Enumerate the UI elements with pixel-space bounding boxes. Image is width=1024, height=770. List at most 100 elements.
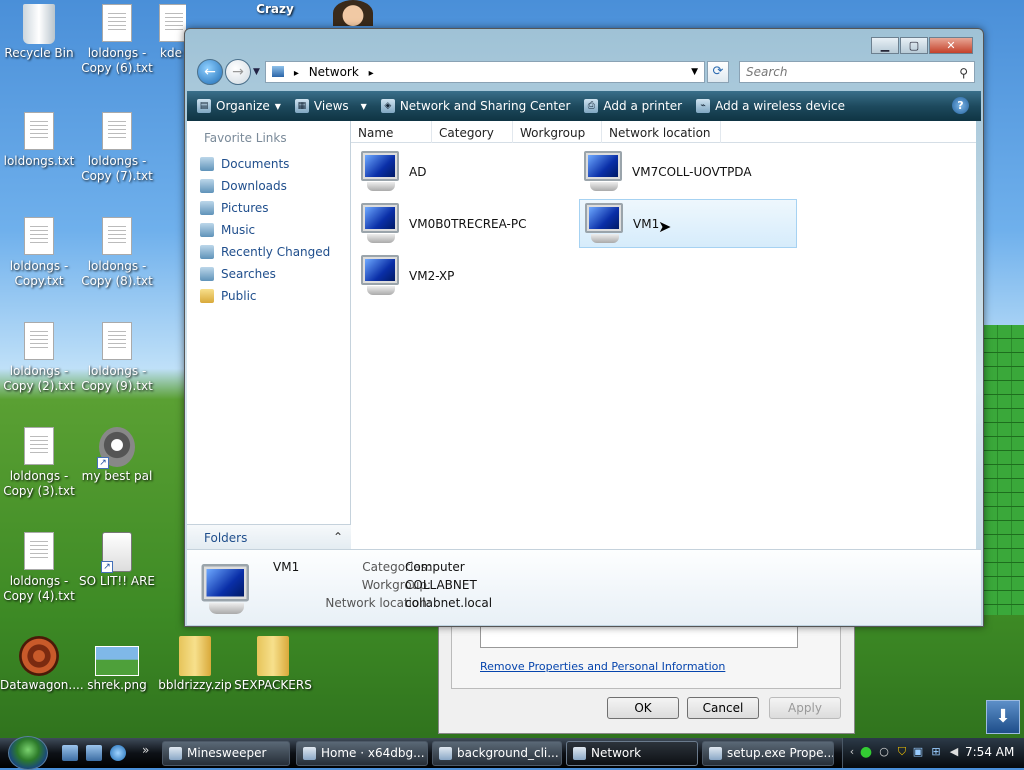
desktop-icon-file[interactable]: loldongs - Copy (2).txt — [0, 322, 78, 394]
add-wireless-device-button[interactable]: ⌁ Add a wireless device — [696, 99, 845, 113]
quick-launch-more-icon[interactable]: » — [142, 743, 149, 757]
column-header-workgroup[interactable]: Workgroup — [513, 121, 602, 143]
column-header-category[interactable]: Category — [432, 121, 513, 143]
back-button[interactable]: ← — [197, 59, 223, 85]
internet-explorer-icon[interactable] — [110, 745, 126, 761]
circle-icon[interactable]: ○ — [877, 745, 891, 759]
desktop-icon-folder[interactable]: SEXPACKERS — [234, 636, 312, 693]
computer-item[interactable]: VM0B0TRECREA-PC — [353, 200, 571, 248]
taskbar-item-label: Minesweeper — [187, 746, 267, 760]
favorite-link-downloads[interactable]: Downloads — [187, 175, 350, 197]
computer-item[interactable]: VM7COLL-UOVTPDA — [576, 148, 794, 196]
search-icon[interactable]: ⚲ — [959, 63, 968, 83]
search-input[interactable]: Search ⚲ — [739, 61, 975, 83]
desktop-icon-file[interactable]: loldongs - Copy (8).txt — [78, 217, 156, 289]
computer-item[interactable]: VM2-XP — [353, 252, 571, 300]
desktop-icon-label: kde — [160, 46, 182, 60]
favorite-link-documents[interactable]: Documents — [187, 153, 350, 175]
desktop-icon-zip[interactable]: bbldrizzy.zip — [156, 636, 234, 693]
recently-changed-icon — [200, 245, 214, 259]
download-arrow-icon[interactable]: ⬇ — [986, 700, 1020, 734]
address-dropdown-icon[interactable]: ▼ — [691, 62, 698, 82]
address-bar[interactable]: ▸ Network ▸ ▼ — [265, 61, 705, 83]
computer-item[interactable]: AD — [353, 148, 571, 196]
refresh-button[interactable]: ⟳ — [707, 61, 729, 83]
cancel-button[interactable]: Cancel — [687, 697, 759, 719]
desktop-icon-shortcut[interactable]: ↗ my best pal — [78, 427, 156, 484]
desktop-icon-crazy[interactable]: Crazy — [252, 2, 298, 28]
desktop-icon-file[interactable]: loldongs - Copy (9).txt — [78, 322, 156, 394]
favorite-link-music[interactable]: Music — [187, 219, 350, 241]
desktop-icon-shortcut[interactable]: ↗ SO LIT!! ARE — [78, 532, 156, 589]
favorite-link-label: Downloads — [221, 179, 287, 193]
folders-toggle[interactable]: Folders ⌃ — [187, 524, 351, 549]
switch-windows-icon[interactable] — [86, 745, 102, 761]
taskbar-item-x64dbg[interactable]: Home · x64dbg... — [296, 741, 428, 766]
column-header-name[interactable]: Name — [351, 121, 432, 143]
desktop-icon-file[interactable]: loldongs - Copy (6).txt — [78, 4, 156, 76]
views-label: Views — [313, 99, 349, 113]
desktop-icon-file[interactable]: loldongs - Copy (4).txt — [0, 532, 78, 604]
minimize-button[interactable]: ▁ — [871, 37, 899, 54]
taskbar-item-setup-properties[interactable]: setup.exe Prope... — [702, 741, 834, 766]
minesweeper-grid-partial[interactable] — [984, 325, 1024, 615]
wireless-device-icon: ⌁ — [696, 99, 711, 113]
ok-button[interactable]: OK — [607, 697, 679, 719]
volume-icon[interactable]: ◀ — [947, 745, 961, 759]
text-file-icon — [21, 322, 57, 362]
help-icon[interactable]: ? — [952, 97, 969, 114]
taskbar-item-minesweeper[interactable]: Minesweeper — [162, 741, 290, 766]
remove-properties-link[interactable]: Remove Properties and Personal Informati… — [480, 660, 725, 673]
portrait-icon — [333, 0, 373, 26]
computer-item-selected[interactable]: VM1 ➤ — [579, 199, 797, 248]
clock[interactable]: 7:54 AM — [965, 745, 1014, 759]
show-desktop-icon[interactable] — [62, 745, 78, 761]
forward-button[interactable]: → — [225, 59, 251, 85]
views-button[interactable]: ▦ Views ▼ — [294, 99, 367, 113]
tray-expand-icon[interactable]: ‹ — [845, 745, 859, 759]
desktop-icon-file[interactable]: loldongs - Copy (7).txt — [78, 112, 156, 184]
breadcrumb-network[interactable]: Network — [309, 65, 359, 79]
system-tray: ‹ ● ○ ⛉ ▣ ⊞ ◀ 7:54 AM — [842, 738, 1024, 768]
desktop-icon-kde[interactable]: kde — [156, 4, 186, 61]
desktop-icon-portrait[interactable] — [330, 0, 376, 26]
breadcrumb-separator[interactable]: ▸ — [369, 68, 374, 79]
recent-pages-dropdown-icon[interactable]: ▼ — [253, 67, 260, 77]
network-explorer-window: ▁ ▢ ✕ ← → ▼ ▸ Network ▸ ▼ ⟳ Search ⚲ ▤ O… — [184, 28, 984, 627]
details-pane: VM1 Categories: Computer Workgroup: COLL… — [187, 549, 981, 625]
desktop-icon-shortcut[interactable]: Datawagon.... — [0, 636, 84, 693]
breadcrumb-separator[interactable]: ▸ — [294, 68, 299, 79]
maximize-button[interactable]: ▢ — [900, 37, 928, 54]
security-shield-icon[interactable]: ⛉ — [895, 745, 909, 759]
green-dot-icon[interactable]: ● — [859, 745, 873, 759]
network-tray-icon[interactable]: ⊞ — [929, 745, 943, 759]
taskbar-item-network[interactable]: Network — [566, 741, 698, 766]
text-file-icon — [99, 112, 135, 152]
desktop-icon-file[interactable]: loldongs - Copy (3).txt — [0, 427, 78, 499]
favorite-link-pictures[interactable]: Pictures — [187, 197, 350, 219]
organize-button[interactable]: ▤ Organize ▼ — [197, 99, 281, 113]
favorite-link-recently-changed[interactable]: Recently Changed — [187, 241, 350, 263]
monitor-icon[interactable]: ▣ — [911, 745, 925, 759]
network-icon — [573, 747, 586, 760]
desktop-icon-image[interactable]: shrek.png — [78, 636, 156, 693]
dialog-textbox[interactable] — [480, 626, 798, 648]
desktop-icon-file[interactable]: loldongs - Copy.txt — [0, 217, 78, 289]
column-header-network-location[interactable]: Network location — [602, 121, 721, 143]
desktop-icon-file[interactable]: loldongs.txt — [0, 112, 78, 169]
start-button[interactable] — [8, 736, 48, 770]
favorite-link-searches[interactable]: Searches — [187, 263, 350, 285]
close-button[interactable]: ✕ — [929, 37, 973, 54]
favorite-link-label: Documents — [221, 157, 290, 171]
desktop-icon-recycle-bin[interactable]: Recycle Bin — [0, 4, 78, 61]
chevron-down-icon: ▼ — [360, 101, 367, 111]
music-icon — [200, 223, 214, 237]
add-wireless-label: Add a wireless device — [715, 99, 845, 113]
recycle-bin-icon — [23, 4, 55, 44]
network-sharing-center-button[interactable]: ◈ Network and Sharing Center — [380, 99, 570, 113]
favorite-link-public[interactable]: Public — [187, 285, 350, 307]
desktop-icon-label: loldongs - Copy (9).txt — [81, 364, 153, 393]
apply-button[interactable]: Apply — [769, 697, 841, 719]
taskbar-item-background-cli[interactable]: background_cli... — [432, 741, 562, 766]
add-printer-button[interactable]: ⎙ Add a printer — [584, 99, 682, 113]
